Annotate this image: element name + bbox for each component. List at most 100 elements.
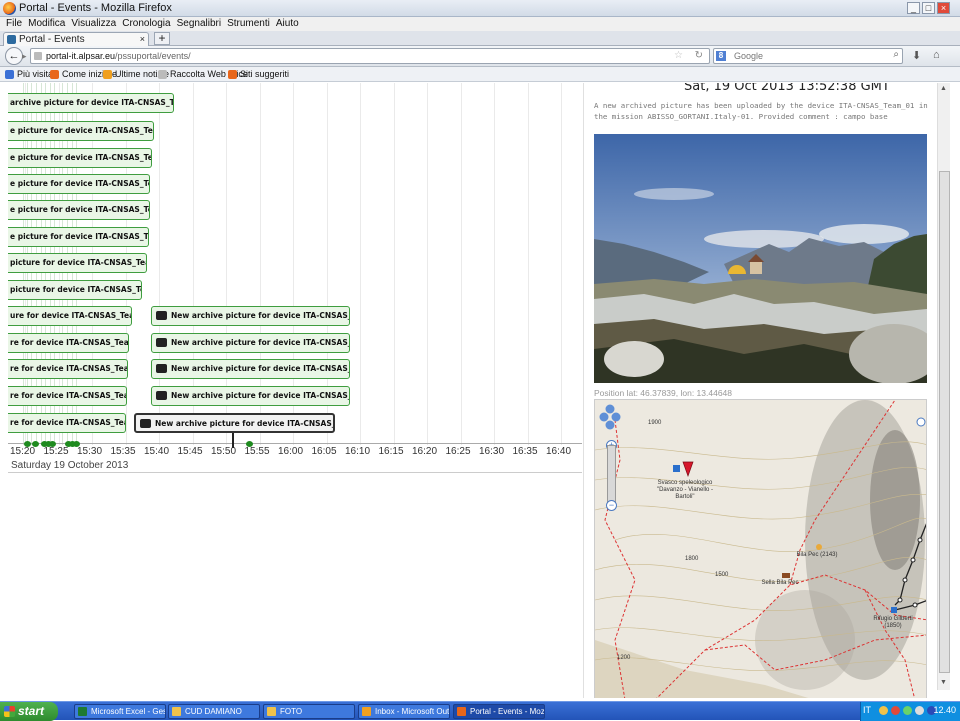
taskbar-item-3[interactable]: FOTO	[263, 704, 355, 719]
timeline-event-label: re for device ITA-CNSAS_Team_01	[10, 364, 127, 373]
language-indicator[interactable]: IT	[863, 705, 871, 715]
search-placeholder: Google	[734, 51, 764, 61]
window-title: Portal - Events - Mozilla Firefox	[19, 2, 172, 14]
start-button[interactable]: start	[0, 702, 58, 721]
timeline-event-label: re for device ITA-CNSAS_Team_01	[10, 418, 125, 427]
taskbar-item-2[interactable]: CUD DAMIANO	[168, 704, 260, 719]
camera-icon	[156, 310, 167, 320]
taskbar-item-4[interactable]: Inbox - Microsoft Out...	[358, 704, 450, 719]
timeline-event[interactable]: re for device ITA-CNSAS_Team_01	[8, 359, 128, 379]
timeline-event[interactable]: re for device ITA-CNSAS_Team_01	[8, 413, 126, 433]
timeline-event[interactable]: re for device ITA-CNSAS_Team_01	[8, 333, 129, 353]
url-bar[interactable]: portal-it.alpsar.eu/pssuportal/events/ ☆…	[30, 48, 710, 64]
bookmark-icon	[158, 70, 167, 79]
forward-button[interactable]: ▸	[22, 50, 30, 62]
timeline-date: Saturday 19 October 2013	[11, 460, 129, 471]
menu-item-cronologia[interactable]: Cronologia	[122, 17, 170, 31]
timeline-tick-label: 16:40	[546, 446, 572, 457]
timeline-event[interactable]: e picture for device ITA-CNSAS_Team_01	[8, 227, 149, 247]
timeline-event[interactable]: New archive picture for device ITA-CNSAS…	[151, 386, 350, 406]
timeline-tick-label: 15:30	[77, 446, 103, 457]
close-button[interactable]: ×	[937, 2, 950, 14]
search-icon[interactable]: ⌕	[893, 49, 899, 60]
map-label-svasco: Svasco speleologico "Davanzo - Vianello …	[656, 480, 714, 500]
volume-icon[interactable]	[915, 706, 924, 715]
scroll-down-icon[interactable]: ▼	[940, 679, 947, 686]
home-icon[interactable]: ⌂	[933, 49, 940, 61]
timeline-tick-label: 15:35	[110, 446, 136, 457]
scroll-up-icon[interactable]: ▲	[940, 85, 947, 92]
reload-icon[interactable]: ↻	[695, 50, 703, 61]
camera-icon	[156, 363, 167, 373]
event-description: A new archived picture has been uploaded…	[594, 101, 928, 121]
tray-icon-1[interactable]	[879, 706, 888, 715]
taskbar-app-icon	[457, 707, 466, 716]
system-tray: IT 12.40	[860, 702, 960, 721]
tab-portal-events[interactable]: Portal - Events ×	[3, 32, 149, 46]
map-pan-control[interactable]	[599, 404, 621, 438]
google-engine-icon[interactable]: 8	[716, 51, 726, 61]
timeline-event-dot[interactable]	[24, 441, 31, 447]
timeline-event[interactable]: e picture for device ITA-CNSAS_Team_01	[8, 148, 152, 168]
tab-close-icon[interactable]: ×	[140, 33, 145, 46]
timeline-event[interactable]: e picture for device ITA-CNSAS_Team_01	[8, 174, 150, 194]
event-map[interactable]: + − Svasco speleologico "Davanzo - Viane…	[594, 399, 927, 698]
timeline-event-label: e picture for device ITA-CNSAS_Team_01	[10, 205, 149, 214]
timeline-event[interactable]: picture for device ITA-CNSAS_Team_01	[8, 253, 147, 273]
timeline-tick-label: 16:00	[278, 446, 304, 457]
bookmark-star-icon[interactable]: ☆	[674, 50, 683, 61]
maximize-button[interactable]: □	[922, 2, 935, 14]
timeline-event-label: New archive picture for device ITA-CNSAS…	[171, 311, 349, 320]
menu-item-strumenti[interactable]: Strumenti	[227, 17, 270, 31]
events-timeline[interactable]: archive picture for device ITA-CNSAS_Tea…	[8, 83, 582, 473]
timeline-event[interactable]: New archive picture for device ITA-CNSAS…	[134, 413, 335, 433]
scrollbar-thumb[interactable]	[939, 171, 950, 673]
timeline-event[interactable]: ure for device ITA-CNSAS_Team_01	[8, 306, 132, 326]
menu-item-segnalibri[interactable]: Segnalibri	[177, 17, 221, 31]
timeline-event[interactable]: picture for device ITA-CNSAS_Team_01	[8, 280, 142, 300]
menu-item-file[interactable]: File	[6, 17, 22, 31]
back-button[interactable]: ←	[5, 47, 23, 65]
taskbar-item-5[interactable]: Portal - Events - Mozil...	[453, 704, 545, 719]
timeline-event-dot[interactable]	[73, 441, 80, 447]
map-zoom-slider[interactable]	[607, 445, 616, 505]
timeline-event[interactable]: e picture for device ITA-CNSAS_Team_01	[8, 200, 150, 220]
timeline-event[interactable]: e picture for device ITA-CNSAS_Team_01	[8, 121, 154, 141]
tray-icon-3[interactable]	[903, 706, 912, 715]
menu-item-modifica[interactable]: Modifica	[28, 17, 65, 31]
bookmarks-toolbar: Più visitati Come iniziare Ultime notizie R…	[0, 67, 960, 82]
timeline-event-dot[interactable]	[32, 441, 39, 447]
timeline-event[interactable]: New archive picture for device ITA-CNSAS…	[151, 333, 350, 353]
timeline-tick-label: 15:55	[244, 446, 270, 457]
page-scrollbar[interactable]: ▲ ▼	[937, 83, 950, 690]
timeline-event-label: picture for device ITA-CNSAS_Team_01	[10, 285, 141, 294]
search-bar[interactable]: 8 Google ⌕	[713, 48, 903, 64]
timeline-gridline	[527, 83, 529, 445]
timeline-gridline	[360, 83, 361, 445]
timeline-event-label: e picture for device ITA-CNSAS_Team_01	[10, 153, 152, 162]
firefox-icon	[3, 2, 16, 15]
bookmark-siti-suggeriti[interactable]: Siti suggeriti	[228, 68, 289, 81]
download-icon[interactable]: ⬇	[912, 49, 921, 62]
timeline-event[interactable]: re for device ITA-CNSAS_Team_01	[8, 386, 127, 406]
menu-item-visualizza[interactable]: Visualizza	[71, 17, 116, 31]
menu-item-aiuto[interactable]: Aiuto	[276, 17, 299, 31]
portal-favicon-icon	[7, 35, 16, 44]
window-titlebar: Portal - Events - Mozilla Firefox _ □ ×	[0, 0, 960, 17]
timeline-event-dot[interactable]	[246, 441, 253, 447]
tray-icon-2[interactable]	[891, 706, 900, 715]
event-photo[interactable]	[594, 134, 927, 383]
new-tab-button[interactable]: +	[154, 32, 170, 45]
timeline-event-label: archive picture for device ITA-CNSAS_Tea…	[10, 98, 174, 107]
timeline-event-label: New archive picture for device ITA-CNSAS…	[155, 419, 335, 428]
map-zoom-out-button[interactable]: −	[606, 500, 617, 511]
timeline-event[interactable]: New archive picture for device ITA-CNSAS…	[151, 359, 350, 379]
taskbar-item-1[interactable]: Microsoft Excel - Gest...	[74, 704, 166, 719]
site-identity-icon[interactable]	[34, 52, 42, 60]
timeline-current-marker[interactable]	[232, 433, 234, 448]
timeline-event[interactable]: New archive picture for device ITA-CNSAS…	[151, 306, 350, 326]
timeline-event[interactable]: archive picture for device ITA-CNSAS_Tea…	[8, 93, 174, 113]
timeline-tick-label: 16:10	[345, 446, 371, 457]
timeline-event-dot[interactable]	[49, 441, 56, 447]
minimize-button[interactable]: _	[907, 2, 920, 14]
